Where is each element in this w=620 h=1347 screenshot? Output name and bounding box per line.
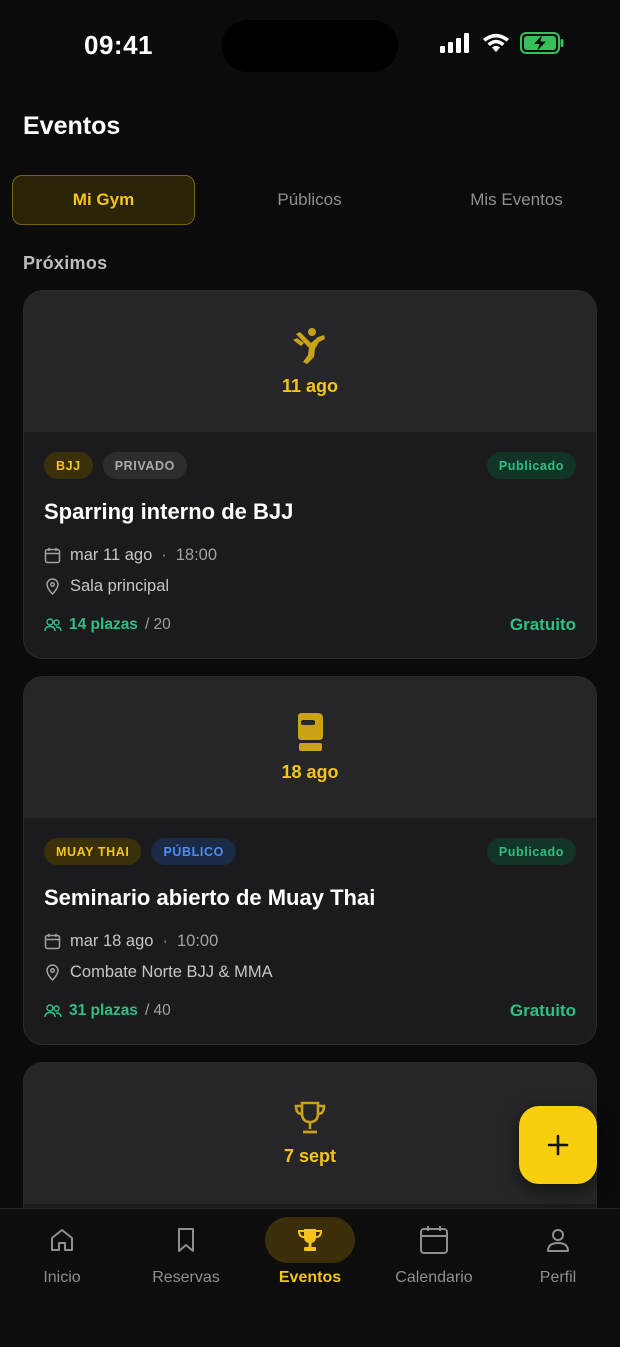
event-location-label: Combate Norte BJJ & MMA <box>70 963 273 981</box>
event-day: mar 11 ago <box>70 546 153 564</box>
visibility-badge: PRIVADO <box>102 452 187 479</box>
event-location: Sala principal <box>44 577 169 596</box>
tab-label: Mi Gym <box>72 190 135 209</box>
battery-charging-icon <box>520 32 564 54</box>
nav-item-calendario[interactable]: Calendario <box>372 1209 496 1309</box>
nav-item-eventos[interactable]: Eventos <box>248 1209 372 1309</box>
event-day: mar 18 ago <box>70 932 154 950</box>
nav-label: Reservas <box>152 1269 220 1286</box>
status-badge: Publicado <box>486 838 576 865</box>
user-icon <box>547 1229 569 1252</box>
status-badge: Publicado <box>486 452 576 479</box>
boxing-glove-icon <box>298 713 323 751</box>
event-date: 18 ago <box>281 762 339 782</box>
event-location-label: Sala principal <box>70 577 170 595</box>
martial-arts-kick-icon <box>293 328 325 364</box>
users-icon <box>44 618 62 632</box>
event-hero: 11 ago <box>24 291 596 432</box>
users-icon <box>44 1004 62 1018</box>
calendar-icon <box>420 1226 448 1254</box>
status-time: 09:41 <box>84 30 153 60</box>
event-card[interactable]: 11 ago BJJ PRIVADO Publicado Sparring in… <box>23 290 597 659</box>
status-icons <box>440 32 564 54</box>
location-pin-icon <box>46 964 59 981</box>
plus-icon <box>547 1134 569 1156</box>
event-hero: 18 ago <box>24 677 596 818</box>
calendar-icon <box>44 547 61 564</box>
sport-badge: BJJ <box>44 452 93 479</box>
event-price: Gratuito <box>509 1001 576 1020</box>
event-badges: MUAY THAI PÚBLICO <box>44 838 236 865</box>
spots-available: 14 plazas <box>69 616 138 633</box>
event-tabs: Mi Gym Públicos Mis Eventos <box>12 175 608 225</box>
event-price: Gratuito <box>509 615 576 634</box>
event-title: Sparring interno de BJJ <box>44 499 294 524</box>
visibility-badge: PÚBLICO <box>151 838 236 865</box>
wifi-icon <box>483 33 509 52</box>
bottom-navigation: Inicio Reservas Eventos Calendario Perfi… <box>0 1208 620 1347</box>
status-bar: 09:41 <box>0 0 620 90</box>
separator-dot: · <box>162 932 168 950</box>
trophy-icon <box>294 1101 326 1134</box>
event-time: 10:00 <box>176 932 219 950</box>
nav-item-perfil[interactable]: Perfil <box>496 1209 620 1309</box>
tab-mi-gym[interactable]: Mi Gym <box>12 175 195 225</box>
sport-badge: MUAY THAI <box>44 838 142 865</box>
spots-available: 31 plazas <box>69 1002 138 1019</box>
event-date: 11 ago <box>281 376 339 396</box>
event-datetime: mar 11 ago · 18:00 <box>44 546 217 565</box>
trophy-icon <box>297 1229 323 1251</box>
event-hero: 7 sept <box>24 1063 596 1204</box>
event-spots: 31 plazas / 40 <box>44 1002 171 1020</box>
create-event-button[interactable] <box>519 1106 597 1184</box>
spots-capacity: / 20 <box>144 616 171 633</box>
nav-label: Eventos <box>278 1269 342 1286</box>
separator-dot: · <box>161 546 167 564</box>
nav-label: Perfil <box>539 1269 577 1286</box>
location-pin-icon <box>46 578 59 595</box>
event-location: Combate Norte BJJ & MMA <box>44 963 273 982</box>
event-time: 18:00 <box>175 546 218 564</box>
event-details: MUAY THAI PÚBLICO Publicado Seminario ab… <box>24 818 596 1043</box>
event-card[interactable]: 18 ago MUAY THAI PÚBLICO Publicado Semin… <box>23 676 597 1045</box>
spots-capacity: / 40 <box>144 1002 171 1019</box>
nav-item-reservas[interactable]: Reservas <box>124 1209 248 1309</box>
signal-icon <box>440 33 469 53</box>
tab-label: Mis Eventos <box>470 190 563 209</box>
tab-publicos[interactable]: Públicos <box>218 175 401 225</box>
tab-label: Públicos <box>277 190 342 209</box>
event-title: Seminario abierto de Muay Thai <box>44 885 376 910</box>
home-icon <box>51 1229 73 1251</box>
nav-label: Inicio <box>43 1269 81 1286</box>
dynamic-island <box>222 20 398 72</box>
event-details: BJJ PRIVADO Publicado Sparring interno d… <box>24 432 596 657</box>
nav-label: Calendario <box>395 1269 473 1286</box>
bookmark-icon <box>178 1228 194 1252</box>
nav-item-inicio[interactable]: Inicio <box>0 1209 124 1309</box>
page-title: Eventos <box>23 112 121 140</box>
section-label: Próximos <box>23 253 108 273</box>
event-badges: BJJ PRIVADO <box>44 452 187 479</box>
tab-mis-eventos[interactable]: Mis Eventos <box>425 175 608 225</box>
calendar-icon <box>44 933 61 950</box>
event-date: 7 sept <box>283 1146 337 1166</box>
event-spots: 14 plazas / 20 <box>44 616 171 634</box>
event-datetime: mar 18 ago · 10:00 <box>44 932 218 951</box>
